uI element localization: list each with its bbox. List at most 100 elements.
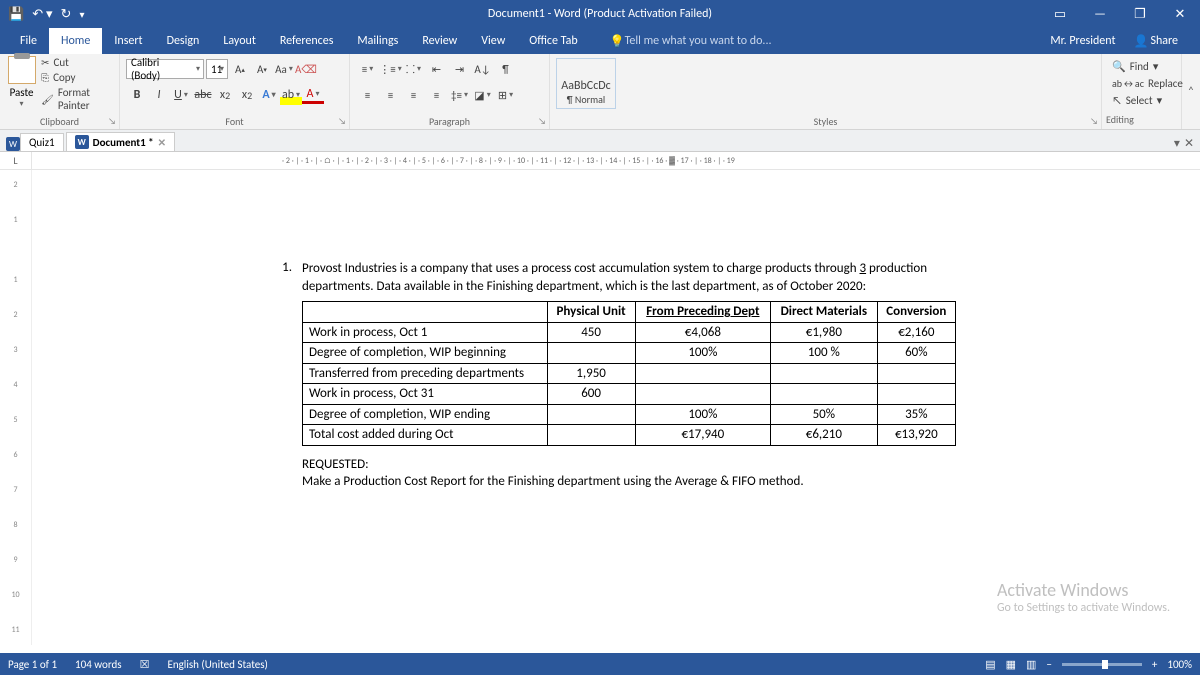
cut-button[interactable]: ✂Cut	[41, 56, 113, 69]
replace-button[interactable]: ab↔ac Replace	[1108, 75, 1175, 92]
save-icon[interactable]: 💾	[8, 7, 24, 22]
cost-table: Physical Unit From Preceding Dept Direct…	[302, 301, 956, 446]
grow-font-icon[interactable]: A▴	[230, 59, 250, 79]
change-case-icon[interactable]: Aa	[274, 59, 294, 79]
underline-button[interactable]: U	[170, 85, 192, 105]
shrink-font-icon[interactable]: A▾	[252, 59, 272, 79]
paragraph-launcher-icon[interactable]: ↘	[538, 116, 546, 127]
scissors-icon: ✂	[41, 56, 49, 69]
styles-launcher-icon[interactable]: ↘	[1090, 116, 1098, 127]
ruler-corner[interactable]: L	[0, 152, 32, 169]
tell-me-search[interactable]: 💡 Tell me what you want to do...	[598, 28, 784, 54]
multilevel-icon[interactable]: ⸬	[402, 59, 425, 79]
tab-close-icon[interactable]: ✕	[1184, 136, 1194, 151]
zoom-level[interactable]: 100%	[1167, 658, 1192, 671]
view-print-icon[interactable]: ▦	[1006, 658, 1016, 671]
status-language[interactable]: English (United States)	[167, 658, 267, 671]
document-page[interactable]: 1. Provost Industries is a company that …	[256, 180, 976, 511]
table-row: Total cost added during Oct€17,940€6,210…	[303, 425, 956, 446]
requested-body: Make a Production Cost Report for the Fi…	[302, 473, 956, 491]
text-effects-icon[interactable]: A	[258, 85, 280, 105]
italic-button[interactable]: I	[148, 85, 170, 105]
highlight-icon[interactable]: ab	[280, 85, 302, 105]
clipboard-launcher-icon[interactable]: ↘	[108, 116, 116, 127]
font-size-select[interactable]: 11	[206, 59, 228, 79]
redo-icon[interactable]: ↻	[61, 7, 72, 22]
outdent-icon[interactable]: ⇤	[425, 59, 448, 79]
minimize-icon[interactable]: —	[1080, 0, 1120, 28]
superscript-button[interactable]: x2	[236, 85, 258, 105]
align-left-icon[interactable]: ≡	[356, 85, 379, 105]
format-painter-button[interactable]: 🖌Format Painter	[41, 86, 113, 112]
view-web-icon[interactable]: ▥	[1026, 658, 1036, 671]
clear-format-icon[interactable]: A⌫	[296, 59, 316, 79]
align-center-icon[interactable]: ≡	[379, 85, 402, 105]
activate-windows-watermark: Activate Windows Go to Settings to activ…	[997, 579, 1170, 615]
view-read-icon[interactable]: ▤	[985, 658, 995, 671]
group-editing: 🔍 Find ▾ ab↔ac Replace ↖ Select ▾ Editin…	[1102, 54, 1182, 129]
group-font: Calibri (Body) 11 A▴ A▾ Aa A⌫ B I U abc …	[120, 54, 350, 129]
doc-tab-quiz1[interactable]: Quiz1	[20, 133, 64, 151]
bullets-icon[interactable]: ≡	[356, 59, 379, 79]
close-tab-icon[interactable]: ✕	[158, 136, 166, 149]
tab-insert[interactable]: Insert	[102, 28, 154, 54]
window-title: Document1 - Word (Product Activation Fai…	[488, 7, 712, 21]
font-name-select[interactable]: Calibri (Body)	[126, 59, 204, 79]
brush-icon: 🖌	[41, 93, 54, 106]
tab-mailings[interactable]: Mailings	[345, 28, 410, 54]
status-words[interactable]: 104 words	[75, 658, 122, 671]
align-right-icon[interactable]: ≡	[402, 85, 425, 105]
indent-icon[interactable]: ⇥	[448, 59, 471, 79]
status-bar: Page 1 of 1 104 words ☒ English (United …	[0, 653, 1200, 675]
group-styles: AaBbCcDc¶ Normal AaBbCcDc¶ No Spac... Aa…	[550, 54, 1102, 129]
show-marks-icon[interactable]: ¶	[494, 59, 517, 79]
tab-review[interactable]: Review	[410, 28, 469, 54]
vertical-ruler[interactable]: 211234567891011	[0, 170, 32, 645]
doc-tab-document1[interactable]: WDocument1 *✕	[66, 132, 175, 151]
tab-menu-icon[interactable]: ▾	[1174, 136, 1180, 151]
maximize-icon[interactable]: ❐	[1120, 0, 1160, 28]
ribbon-display-icon[interactable]: ▭	[1040, 0, 1080, 28]
copy-icon: ⎘	[41, 71, 49, 84]
status-page[interactable]: Page 1 of 1	[8, 658, 57, 671]
group-clipboard: Paste ▾ ✂Cut ⎘Copy 🖌Format Painter Clipb…	[0, 54, 120, 129]
tab-file[interactable]: File	[8, 28, 49, 54]
menu-bar: File Home Insert Design Layout Reference…	[0, 28, 1200, 54]
close-icon[interactable]: ✕	[1160, 0, 1200, 28]
table-row: Work in process, Oct 1450€4,068€1,980€2,…	[303, 322, 956, 343]
user-name[interactable]: Mr. President	[1050, 34, 1115, 48]
table-row: Degree of completion, WIP ending100%50%3…	[303, 404, 956, 425]
tab-home[interactable]: Home	[49, 28, 102, 54]
copy-button[interactable]: ⎘Copy	[41, 71, 113, 84]
font-launcher-icon[interactable]: ↘	[338, 116, 346, 127]
zoom-in-icon[interactable]: +	[1152, 658, 1157, 671]
tab-view[interactable]: View	[469, 28, 517, 54]
font-color-icon[interactable]: A	[302, 87, 324, 104]
undo-icon[interactable]: ↶ ▾	[32, 7, 52, 22]
horizontal-ruler[interactable]: · 2 · | · 1 · | · ⌂ · | · 1 · | · 2 · | …	[32, 152, 1200, 169]
sort-icon[interactable]: A↓	[471, 59, 494, 79]
zoom-out-icon[interactable]: −	[1046, 658, 1051, 671]
share-button[interactable]: 👤 Share	[1127, 32, 1184, 51]
line-spacing-icon[interactable]: ‡≡	[448, 85, 471, 105]
style-normal[interactable]: AaBbCcDc¶ Normal	[556, 58, 616, 109]
borders-icon[interactable]: ⊞	[494, 85, 517, 105]
collapse-ribbon-icon[interactable]: ˄	[1182, 54, 1200, 129]
tab-design[interactable]: Design	[155, 28, 212, 54]
subscript-button[interactable]: x2	[214, 85, 236, 105]
justify-icon[interactable]: ≡	[425, 85, 448, 105]
status-proof-icon[interactable]: ☒	[140, 658, 150, 671]
find-button[interactable]: 🔍 Find ▾	[1108, 58, 1175, 75]
shading-icon[interactable]: ◪	[471, 85, 494, 105]
numbering-icon[interactable]: ⋮≡	[379, 59, 402, 79]
qat-more-icon[interactable]: ▾	[79, 8, 84, 21]
tab-references[interactable]: References	[268, 28, 346, 54]
tab-officetab[interactable]: Office Tab	[517, 28, 589, 54]
tab-layout[interactable]: Layout	[211, 28, 268, 54]
zoom-slider[interactable]	[1062, 663, 1142, 666]
bold-button[interactable]: B	[126, 85, 148, 105]
paste-button[interactable]: Paste ▾	[6, 56, 37, 112]
document-tabs: W Quiz1 WDocument1 *✕ ▾✕	[0, 130, 1200, 152]
strike-button[interactable]: abc	[192, 85, 214, 105]
select-button[interactable]: ↖ Select ▾	[1108, 92, 1175, 109]
